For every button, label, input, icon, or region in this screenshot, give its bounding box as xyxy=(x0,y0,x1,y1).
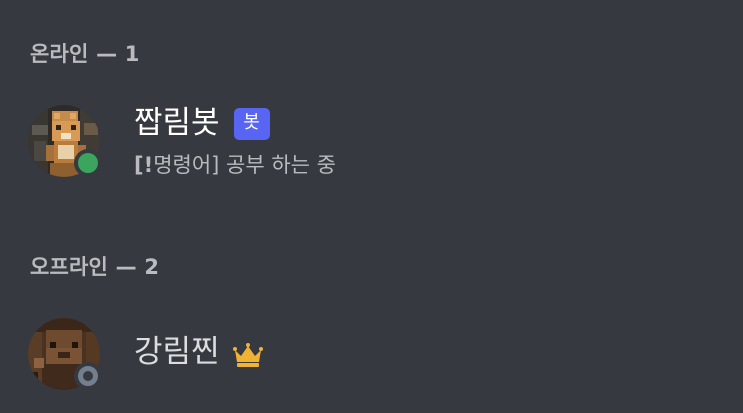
member-name: 짭림봇 xyxy=(134,105,220,141)
section-header-online: 온라인 — 1 xyxy=(30,38,140,68)
section-header-offline: 오프라인 — 2 xyxy=(30,251,159,281)
section-label: 오프라인 xyxy=(30,255,109,279)
offline-status-indicator xyxy=(74,362,102,390)
member-activity: [!명령어] 공부 하는 중 xyxy=(134,149,336,179)
member-list-item-owner[interactable]: 강림찐 xyxy=(28,314,718,394)
activity-prefix: [! xyxy=(134,153,154,177)
section-label: 온라인 xyxy=(30,42,89,66)
crown-icon xyxy=(232,343,263,367)
online-status-indicator xyxy=(74,149,102,177)
activity-text: 명령어] 공부 하는 중 xyxy=(153,153,336,177)
section-separator: — xyxy=(115,255,137,279)
section-count: 1 xyxy=(124,42,140,66)
bot-badge: 봇 xyxy=(233,108,270,140)
member-list-item-bot[interactable]: 짭림봇 봇 [!명령어] 공부 하는 중 xyxy=(28,101,718,181)
member-name: 강림찐 xyxy=(134,334,220,370)
section-separator: — xyxy=(96,42,118,66)
section-count: 2 xyxy=(144,255,160,279)
